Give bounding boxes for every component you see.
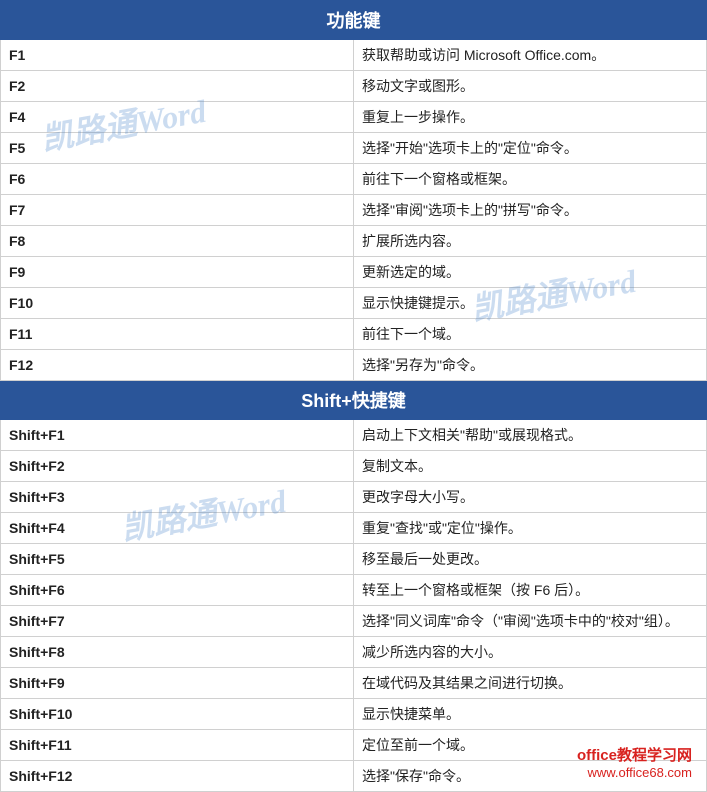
section-title: 功能键 xyxy=(1,1,707,40)
section-header: 功能键 xyxy=(1,1,707,40)
key-cell: Shift+F12 xyxy=(1,761,354,792)
table-row: F2移动文字或图形。 xyxy=(1,71,707,102)
key-cell: Shift+F3 xyxy=(1,482,354,513)
key-cell: Shift+F4 xyxy=(1,513,354,544)
key-cell: F11 xyxy=(1,319,354,350)
key-cell: F8 xyxy=(1,226,354,257)
table-row: F10显示快捷键提示。 xyxy=(1,288,707,319)
key-cell: F1 xyxy=(1,40,354,71)
key-cell: Shift+F8 xyxy=(1,637,354,668)
table-row: Shift+F11定位至前一个域。 xyxy=(1,730,707,761)
key-cell: F6 xyxy=(1,164,354,195)
key-cell: Shift+F10 xyxy=(1,699,354,730)
desc-cell: 移至最后一处更改。 xyxy=(354,544,707,575)
key-cell: Shift+F7 xyxy=(1,606,354,637)
key-cell: Shift+F1 xyxy=(1,420,354,451)
key-cell: F4 xyxy=(1,102,354,133)
table-row: F12选择"另存为"命令。 xyxy=(1,350,707,381)
key-cell: F2 xyxy=(1,71,354,102)
desc-cell: 在域代码及其结果之间进行切换。 xyxy=(354,668,707,699)
key-cell: Shift+F5 xyxy=(1,544,354,575)
section-title: Shift+快捷键 xyxy=(1,381,707,420)
section-header: Shift+快捷键 xyxy=(1,381,707,420)
desc-cell: 选择"同义词库"命令（"审阅"选项卡中的"校对"组）。 xyxy=(354,606,707,637)
desc-cell: 移动文字或图形。 xyxy=(354,71,707,102)
desc-cell: 启动上下文相关"帮助"或展现格式。 xyxy=(354,420,707,451)
table-row: F9更新选定的域。 xyxy=(1,257,707,288)
key-cell: Shift+F2 xyxy=(1,451,354,482)
desc-cell: 转至上一个窗格或框架（按 F6 后）。 xyxy=(354,575,707,606)
desc-cell: 重复上一步操作。 xyxy=(354,102,707,133)
table-row: Shift+F4重复"查找"或"定位"操作。 xyxy=(1,513,707,544)
table-row: Shift+F8减少所选内容的大小。 xyxy=(1,637,707,668)
table-row: Shift+F9在域代码及其结果之间进行切换。 xyxy=(1,668,707,699)
desc-cell: 减少所选内容的大小。 xyxy=(354,637,707,668)
key-cell: Shift+F11 xyxy=(1,730,354,761)
table-row: F4重复上一步操作。 xyxy=(1,102,707,133)
table-row: F6前往下一个窗格或框架。 xyxy=(1,164,707,195)
desc-cell: 定位至前一个域。 xyxy=(354,730,707,761)
desc-cell: 前往下一个窗格或框架。 xyxy=(354,164,707,195)
table-row: Shift+F3更改字母大小写。 xyxy=(1,482,707,513)
key-cell: Shift+F9 xyxy=(1,668,354,699)
desc-cell: 显示快捷键提示。 xyxy=(354,288,707,319)
table-row: F1获取帮助或访问 Microsoft Office.com。 xyxy=(1,40,707,71)
table-row: Shift+F6转至上一个窗格或框架（按 F6 后）。 xyxy=(1,575,707,606)
table-row: F8扩展所选内容。 xyxy=(1,226,707,257)
table-row: F5选择"开始"选项卡上的"定位"命令。 xyxy=(1,133,707,164)
desc-cell: 扩展所选内容。 xyxy=(354,226,707,257)
desc-cell: 更新选定的域。 xyxy=(354,257,707,288)
desc-cell: 复制文本。 xyxy=(354,451,707,482)
table-row: Shift+F7选择"同义词库"命令（"审阅"选项卡中的"校对"组）。 xyxy=(1,606,707,637)
key-cell: F10 xyxy=(1,288,354,319)
desc-cell: 选择"开始"选项卡上的"定位"命令。 xyxy=(354,133,707,164)
shortcut-table: 功能键 F1获取帮助或访问 Microsoft Office.com。 F2移动… xyxy=(0,0,707,792)
desc-cell: 重复"查找"或"定位"操作。 xyxy=(354,513,707,544)
desc-cell: 前往下一个域。 xyxy=(354,319,707,350)
key-cell: F9 xyxy=(1,257,354,288)
table-row: Shift+F5移至最后一处更改。 xyxy=(1,544,707,575)
table-row: Shift+F1启动上下文相关"帮助"或展现格式。 xyxy=(1,420,707,451)
table-row: Shift+F10显示快捷菜单。 xyxy=(1,699,707,730)
desc-cell: 获取帮助或访问 Microsoft Office.com。 xyxy=(354,40,707,71)
table-row: F7选择"审阅"选项卡上的"拼写"命令。 xyxy=(1,195,707,226)
desc-cell: 显示快捷菜单。 xyxy=(354,699,707,730)
key-cell: F12 xyxy=(1,350,354,381)
key-cell: F5 xyxy=(1,133,354,164)
table-row: F11前往下一个域。 xyxy=(1,319,707,350)
desc-cell: 选择"另存为"命令。 xyxy=(354,350,707,381)
key-cell: Shift+F6 xyxy=(1,575,354,606)
desc-cell: 更改字母大小写。 xyxy=(354,482,707,513)
table-row: Shift+F12选择"保存"命令。 xyxy=(1,761,707,792)
desc-cell: 选择"审阅"选项卡上的"拼写"命令。 xyxy=(354,195,707,226)
key-cell: F7 xyxy=(1,195,354,226)
table-row: Shift+F2复制文本。 xyxy=(1,451,707,482)
desc-cell: 选择"保存"命令。 xyxy=(354,761,707,792)
